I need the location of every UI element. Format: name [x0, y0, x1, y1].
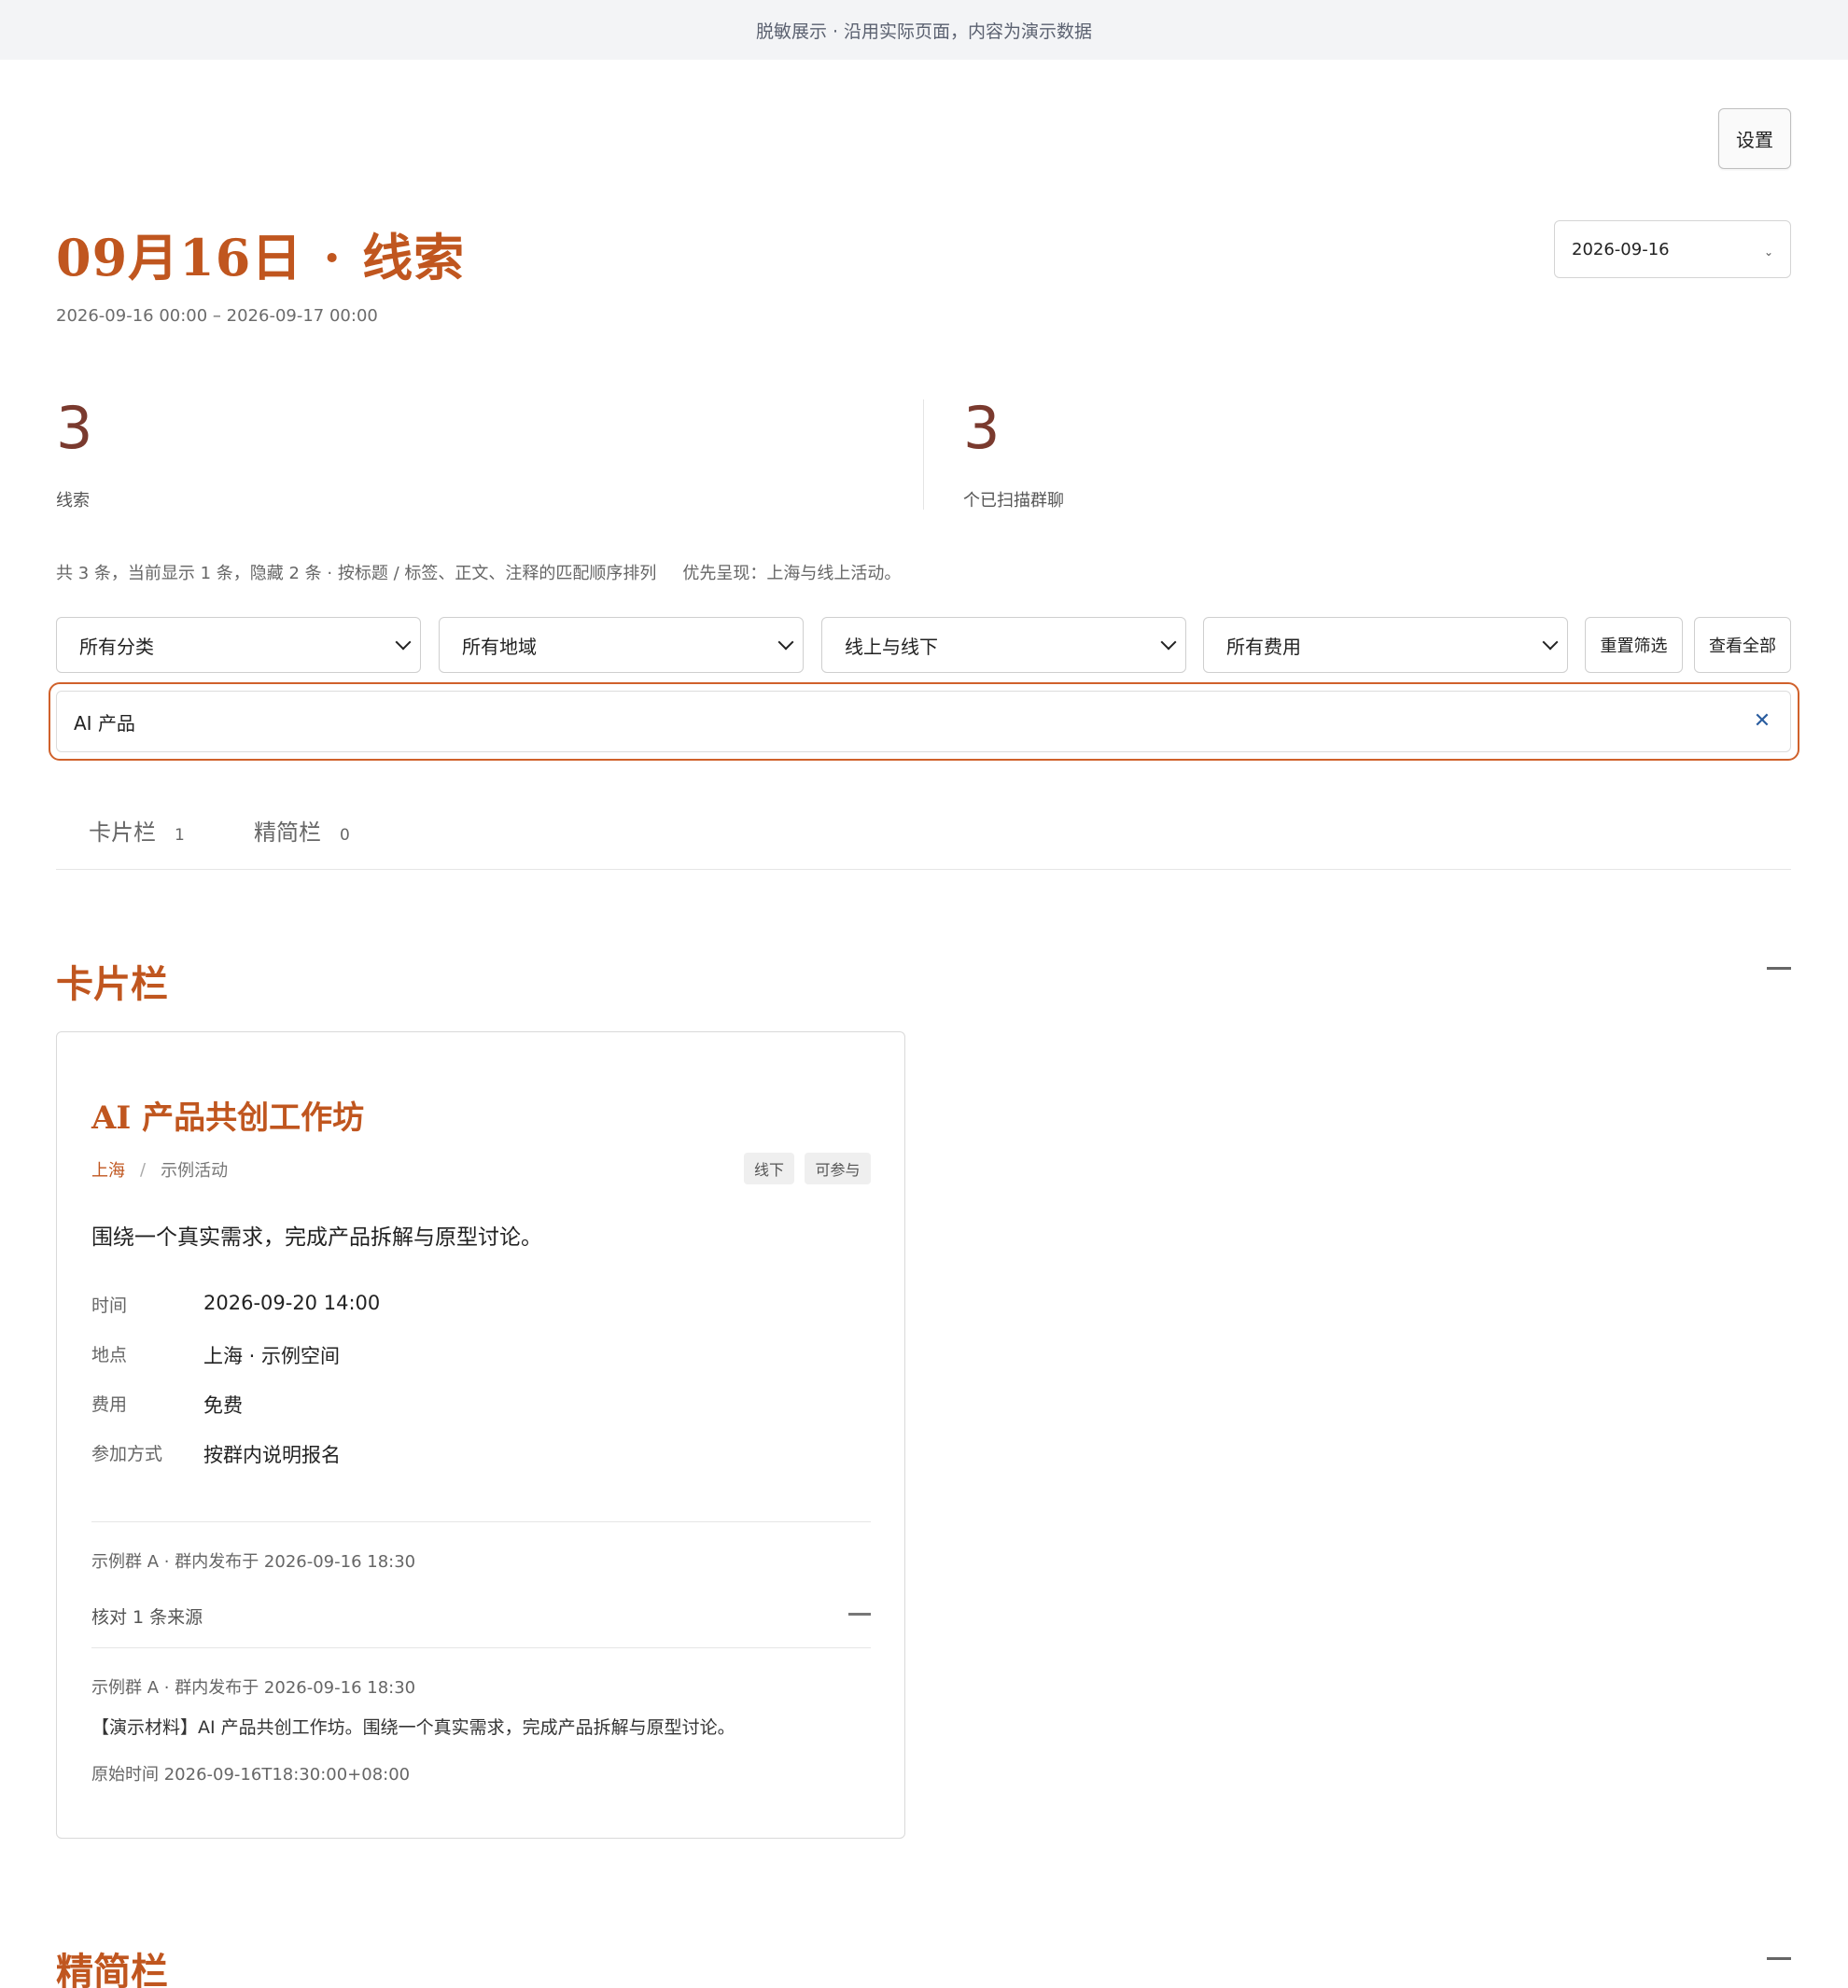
- date-picker-value: 2026-09-16: [1572, 239, 1670, 259]
- card-city: 上海: [91, 1161, 125, 1181]
- field-location: 地点 上海 · 示例空间: [91, 1341, 340, 1369]
- mode-filter[interactable]: 线上与线下: [821, 617, 1186, 673]
- source-text: 【演示材料】AI 产品共创工作坊。围绕一个真实需求，完成产品拆解与原型讨论。: [91, 1717, 735, 1738]
- tag-offline: 线下: [744, 1153, 794, 1184]
- chevron-down-icon: [395, 634, 412, 651]
- collapse-icon[interactable]: [848, 1613, 871, 1616]
- stat-divider: [923, 399, 924, 510]
- stat-leads: 3 线索: [56, 399, 92, 511]
- field-fee-value: 免费: [203, 1394, 243, 1417]
- tab-cards[interactable]: 卡片栏 1: [89, 814, 185, 847]
- date-picker[interactable]: 2026-09-16 ⌄: [1554, 220, 1791, 278]
- mode-filter-value: 线上与线下: [845, 635, 938, 658]
- page-title-dot: ·: [323, 228, 343, 287]
- chevron-down-icon: ⌄: [1763, 245, 1773, 259]
- card-breadcrumb: 上海 / 示例活动: [91, 1157, 228, 1182]
- section-title-compact: 精简栏: [56, 1950, 168, 1988]
- card-category: 示例活动: [161, 1161, 229, 1181]
- field-time-key: 时间: [91, 1295, 128, 1316]
- stat-leads-label: 线索: [56, 491, 90, 511]
- fee-filter-value: 所有费用: [1226, 635, 1301, 658]
- tab-compact-label: 精简栏: [254, 819, 321, 846]
- tag-available: 可参与: [805, 1153, 871, 1184]
- section-title-cards: 卡片栏: [56, 962, 168, 1006]
- source-posted: 示例群 A · 群内发布于 2026-09-16 18:30: [91, 1678, 416, 1698]
- page-title: 09月16日 · 线索: [56, 217, 465, 290]
- tab-cards-count: 1: [175, 826, 185, 845]
- field-location-value: 上海 · 示例空间: [203, 1345, 341, 1367]
- event-card: AI 产品共创工作坊 上海 / 示例活动 线下 可参与 围绕一个真实需求，完成产…: [56, 1031, 905, 1839]
- priority-note: 优先呈现：上海与线上活动。: [682, 564, 902, 583]
- tab-compact[interactable]: 精简栏 0: [254, 814, 350, 847]
- field-time-value: 2026-09-20 14:00: [203, 1292, 381, 1314]
- card-description: 围绕一个真实需求，完成产品拆解与原型讨论。: [91, 1225, 542, 1250]
- stat-groups: 3 个已扫描群聊: [963, 399, 1064, 511]
- tab-compact-count: 0: [340, 826, 350, 845]
- card-divider: [91, 1521, 871, 1522]
- demo-banner-text: 脱敏展示 · 沿用实际页面，内容为演示数据: [755, 21, 1093, 42]
- field-fee: 费用 免费: [91, 1391, 243, 1419]
- result-summary: 共 3 条，当前显示 1 条，隐藏 2 条 · 按标题 / 标签、正文、注释的匹…: [56, 560, 901, 584]
- chevron-down-icon: [1542, 634, 1559, 651]
- card-title[interactable]: AI 产品共创工作坊: [91, 1092, 364, 1138]
- chevron-down-icon: [777, 634, 794, 651]
- stat-groups-value: 3: [963, 394, 1001, 462]
- region-filter[interactable]: 所有地域: [439, 617, 804, 673]
- chevron-down-icon: [1160, 634, 1177, 651]
- view-tabs: 卡片栏 1 精简栏 0: [56, 803, 1791, 870]
- card-divider: [91, 1647, 871, 1648]
- field-join-value: 按群内说明报名: [203, 1444, 341, 1466]
- field-join: 参加方式 按群内说明报名: [91, 1440, 341, 1468]
- collapse-icon[interactable]: [1767, 967, 1791, 970]
- region-filter-value: 所有地域: [462, 635, 537, 658]
- settings-button[interactable]: 设置: [1718, 108, 1791, 169]
- stat-groups-label: 个已扫描群聊: [963, 491, 1064, 511]
- clear-icon[interactable]: ✕: [1751, 709, 1773, 733]
- field-fee-key: 费用: [91, 1394, 128, 1415]
- date-range: 2026-09-16 00:00 – 2026-09-17 00:00: [56, 306, 378, 326]
- stat-leads-value: 3: [56, 394, 93, 462]
- category-filter-value: 所有分类: [79, 635, 154, 658]
- page-title-date: 09月16日: [56, 228, 303, 287]
- demo-banner: 脱敏展示 · 沿用实际页面，内容为演示数据: [0, 0, 1848, 60]
- field-location-key: 地点: [91, 1345, 128, 1365]
- card-posted: 示例群 A · 群内发布于 2026-09-16 18:30: [91, 1552, 416, 1572]
- collapse-icon[interactable]: [1767, 1957, 1791, 1960]
- reset-filters-button[interactable]: 重置筛选: [1585, 617, 1683, 673]
- page-title-section: 线索: [362, 228, 466, 287]
- source-time: 原始时间 2026-09-16T18:30:00+08:00: [91, 1765, 411, 1785]
- card-breadcrumb-separator: /: [140, 1159, 147, 1180]
- search-input[interactable]: [56, 691, 1791, 752]
- fee-filter[interactable]: 所有费用: [1203, 617, 1568, 673]
- tab-cards-label: 卡片栏: [89, 819, 156, 846]
- view-all-button[interactable]: 查看全部: [1694, 617, 1791, 673]
- field-join-key: 参加方式: [91, 1444, 163, 1464]
- category-filter[interactable]: 所有分类: [56, 617, 421, 673]
- field-time: 时间 2026-09-20 14:00: [91, 1292, 380, 1317]
- result-summary-text: 共 3 条，当前显示 1 条，隐藏 2 条 · 按标题 / 标签、正文、注释的匹…: [56, 564, 657, 583]
- verify-sources-toggle[interactable]: 核对 1 条来源: [91, 1603, 203, 1629]
